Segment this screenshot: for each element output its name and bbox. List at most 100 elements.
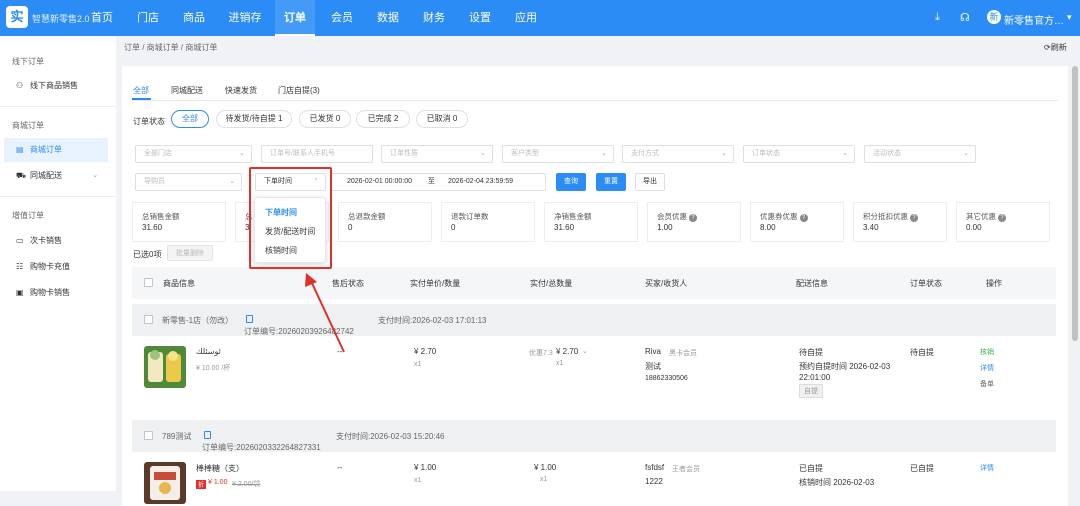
date-from[interactable]: 2026-02-01 00:00:00	[347, 174, 412, 190]
product-price: ¥ 10.00 /杯	[196, 365, 231, 372]
table-header: 商品信息 售后状态 实付单价/数量 实付/总数量 买家/收货人 配送信息 订单状…	[132, 267, 1056, 299]
sidebar-item-times-card[interactable]: ▭ 次卡销售	[4, 229, 108, 253]
org-icon: ⚇	[16, 81, 24, 90]
tab-city-delivery[interactable]: 同城配送	[171, 85, 203, 96]
headset-icon[interactable]: ☊	[960, 11, 970, 24]
sidebar-item-city-delivery[interactable]: ⛟ 同城配送 ⌄	[4, 164, 108, 188]
tab-pickup[interactable]: 门店自提(3)	[278, 85, 320, 96]
customer-type-select[interactable]: 客户类型 ⌄	[502, 145, 614, 163]
detail-link[interactable]: 详情	[980, 363, 994, 373]
status-pill-all[interactable]: 全部	[171, 110, 209, 128]
product-original-price: ¥ 2.00/袋	[232, 481, 261, 488]
tab-express[interactable]: 快速发货	[225, 85, 257, 96]
order-checkbox[interactable]	[144, 315, 153, 324]
sidebar-item-card-recharge[interactable]: ☷ 购物卡充值	[4, 255, 108, 279]
status-pill-completed[interactable]: 已完成 2	[356, 110, 410, 128]
order-status-label: 订单状态	[133, 117, 165, 126]
order-store: 789测试	[162, 432, 192, 441]
sidebar-divider	[0, 196, 116, 197]
nav-settings[interactable]: 设置	[460, 0, 500, 36]
nav-apps[interactable]: 应用	[506, 0, 546, 36]
export-button[interactable]: 导出	[635, 173, 665, 191]
pay-time: 支付时间:2026-02-03 15:20:46	[336, 432, 445, 441]
activity-status-select[interactable]: 活动状态 ⌄	[864, 145, 976, 163]
nav-orders[interactable]: 订单	[275, 0, 315, 36]
order-nature-select[interactable]: 订单性质 ⌄	[381, 145, 493, 163]
unit-qty: x1	[414, 477, 422, 484]
payment-method-select[interactable]: 支付方式 ⌄	[622, 145, 734, 163]
chevron-down-icon[interactable]: ⌄	[582, 347, 588, 355]
user-name[interactable]: 新零售官方…	[1004, 12, 1064, 27]
note-link[interactable]: 备单	[980, 379, 994, 389]
delivery-method: 已自提	[799, 464, 823, 473]
stat-card: 总销售金额 31.60	[132, 202, 226, 242]
help-icon[interactable]: ?	[910, 214, 918, 222]
col-delivery: 配送信息	[796, 279, 828, 288]
reset-button[interactable]: 重置	[596, 173, 626, 191]
store-select[interactable]: 全部门店 ⌄	[135, 145, 252, 163]
sidebar-item-offline-sales[interactable]: ⚇ 线下商品销售	[4, 74, 108, 98]
chevron-down-icon: ⌄	[842, 150, 848, 157]
stat-card: 净销售金额 31.60	[544, 202, 638, 242]
stat-card: 会员优惠? 1.00	[647, 202, 741, 242]
status-pill-cancelled[interactable]: 已取消 0	[416, 110, 468, 128]
nav-store[interactable]: 门店	[128, 0, 168, 36]
stat-card: 积分抵扣优惠? 3.40	[853, 202, 947, 242]
order-search-input[interactable]: 订单号/联系人手机号	[261, 145, 373, 163]
tab-all[interactable]: 全部	[133, 85, 149, 96]
nav-inventory[interactable]: 进销存	[222, 0, 268, 36]
nav-goods[interactable]: 商品	[174, 0, 214, 36]
shopping-guide-select[interactable]: 导购员 ⌄	[135, 173, 242, 191]
promo-tag: 优惠7.3	[529, 350, 553, 357]
batch-delete-button[interactable]: 批量删除	[167, 245, 213, 261]
tab-divider	[132, 100, 1058, 101]
date-range-picker[interactable]: 2026-02-01 00:00:00 至 2026-02-04 23:59:5…	[330, 173, 546, 191]
selected-count: 已选0项	[133, 250, 162, 259]
sidebar-item-mall-orders[interactable]: ▤ 商城订单	[4, 138, 108, 162]
date-to[interactable]: 2026-02-04 23:59:59	[448, 174, 513, 190]
paid-amount: ¥ 2.70	[556, 347, 579, 356]
nav-home[interactable]: 首页	[82, 0, 122, 36]
stat-card: 其它优惠? 0.00	[956, 202, 1050, 242]
nav-members[interactable]: 会员	[322, 0, 362, 36]
download-icon[interactable]: ⤓	[935, 11, 940, 24]
user-avatar[interactable]: 新	[987, 10, 1001, 24]
pickup-time: 预约自提时间 2026-02-03 22:01:00	[799, 362, 891, 382]
member-level: 黑卡会员	[669, 350, 697, 357]
refresh-button[interactable]: ⟳刷新	[1044, 42, 1067, 53]
scrollbar[interactable]	[1072, 66, 1078, 341]
product-image	[144, 462, 186, 504]
chevron-down-icon[interactable]: ▾	[1067, 12, 1072, 23]
query-button[interactable]: 查询	[556, 173, 586, 191]
nav-data[interactable]: 数据	[368, 0, 408, 36]
status-pill-pending[interactable]: 待发货/待自提 1	[216, 110, 292, 128]
chevron-down-icon: ⌄	[239, 150, 245, 157]
verify-time: 核销时间 2026-02-03	[799, 478, 875, 487]
top-nav-bar: 实 智慧新零售2.0 首页 门店 商品 进销存 订单 会员 数据 财务 设置 应…	[0, 0, 1080, 36]
order-status-select[interactable]: 订单状态 ⌄	[743, 145, 855, 163]
receiver-phone: 18862330506	[645, 375, 688, 382]
chevron-down-icon: ⌄	[601, 150, 607, 157]
member-level: 王者会员	[672, 466, 700, 473]
select-all-checkbox[interactable]	[144, 278, 153, 287]
nav-finance[interactable]: 财务	[414, 0, 454, 36]
stat-card: 退款订单数 0	[441, 202, 535, 242]
copy-icon[interactable]	[204, 431, 211, 439]
order-checkbox[interactable]	[144, 431, 153, 440]
product-price: ¥ 1.00	[208, 479, 228, 486]
discount-tag: 折	[196, 480, 207, 489]
detail-link[interactable]: 详情	[980, 463, 994, 473]
sidebar-group-offline: 线下订单	[12, 57, 44, 66]
verify-link[interactable]: 核销	[980, 347, 994, 357]
delivery-method: 待自提	[799, 348, 823, 357]
help-icon[interactable]: ?	[799, 214, 808, 222]
sidebar-item-card-sales[interactable]: ▣ 购物卡销售	[4, 281, 108, 305]
help-icon[interactable]: ?	[689, 214, 697, 222]
copy-icon[interactable]	[246, 315, 253, 323]
status-pill-shipped[interactable]: 已发货 0	[299, 110, 351, 128]
col-actions: 操作	[986, 279, 1002, 288]
order-status: 已自提	[910, 464, 934, 473]
help-icon[interactable]: ?	[998, 214, 1006, 222]
unit-qty: x1	[414, 361, 422, 368]
chevron-down-icon: ⌄	[92, 172, 98, 179]
